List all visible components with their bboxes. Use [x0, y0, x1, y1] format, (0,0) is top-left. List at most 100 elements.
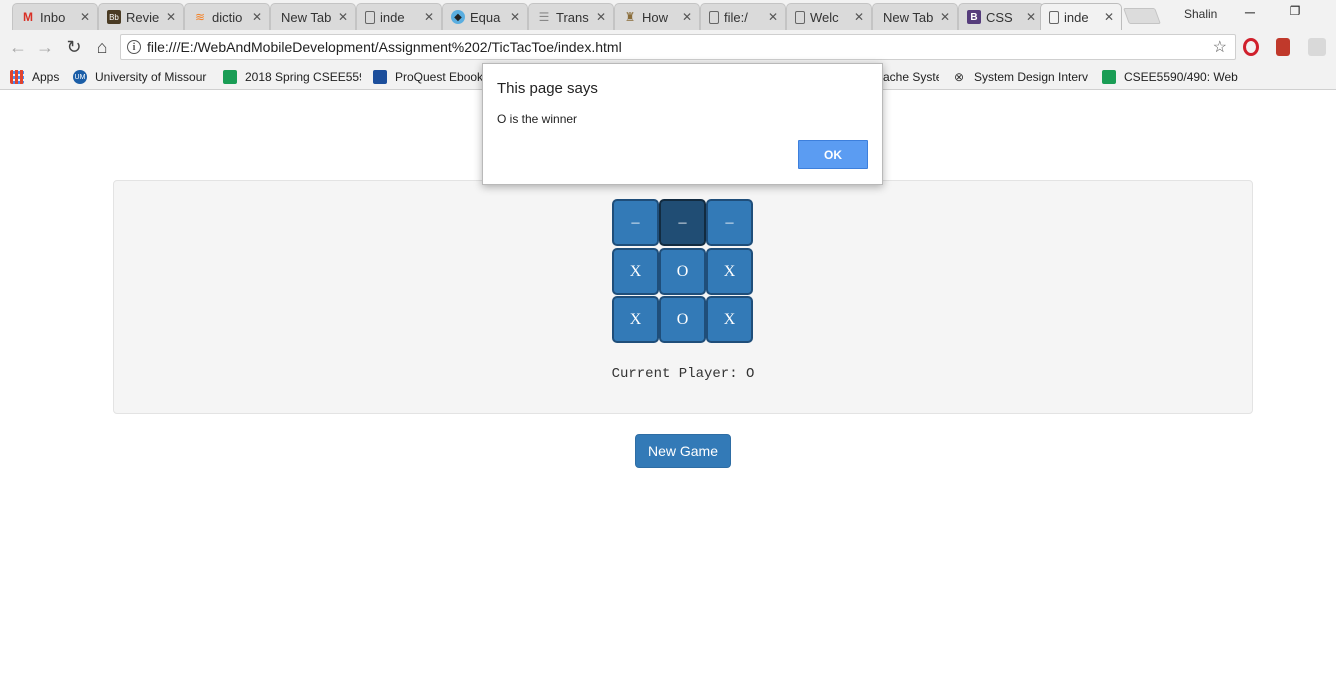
back-arrow-icon[interactable]: ←: [7, 36, 29, 58]
bookmark-label: Apps: [32, 70, 60, 84]
tab-label: inde: [1064, 9, 1089, 25]
bookmark-item[interactable]: ProQuest Ebook: [373, 68, 483, 86]
stackoverflow-icon: ≋: [194, 10, 206, 24]
close-icon[interactable]: ✕: [1103, 10, 1115, 24]
board-cell[interactable]: X: [706, 296, 753, 343]
close-icon[interactable]: ✕: [509, 10, 521, 24]
tab-label: inde: [380, 9, 405, 25]
bookmark-apps[interactable]: Apps: [10, 68, 66, 86]
book-extension-icon[interactable]: [1276, 38, 1290, 56]
browser-tab-strip: M Inbo ✕ Bb Revie ✕ ≋ dictio ✕ New Tab ✕…: [0, 0, 1336, 30]
close-icon[interactable]: ✕: [681, 10, 693, 24]
tab-label: Trans: [556, 9, 589, 25]
bookmark-item[interactable]: ache Syste: [883, 68, 939, 86]
browser-tab[interactable]: Welc ✕: [786, 3, 872, 30]
bookmark-item[interactable]: ⊗ System Design Interv: [952, 68, 1092, 86]
bookmark-item[interactable]: 2018 Spring CSEE559: [223, 68, 361, 86]
tab-label: Equa: [470, 9, 501, 25]
close-icon[interactable]: ✕: [251, 10, 263, 24]
system-design-icon: ⊗: [953, 70, 965, 84]
answer-icon: ♜: [624, 10, 636, 24]
browser-toolbar: ← → ↻ ⌂ i file:///E:/WebAndMobileDevelop…: [0, 30, 1336, 64]
bookmark-item[interactable]: CSEE5590/490: Web/: [1102, 68, 1238, 86]
browser-tab[interactable]: M Inbo ✕: [12, 3, 98, 30]
profile-name[interactable]: Shalin: [1184, 7, 1217, 21]
close-icon[interactable]: ✕: [423, 10, 435, 24]
address-bar[interactable]: i file:///E:/WebAndMobileDevelopment/Ass…: [120, 34, 1236, 60]
browser-tab[interactable]: ◆ Equa ✕: [442, 3, 528, 30]
alert-message: O is the winner: [497, 112, 578, 126]
tab-label: file:/: [724, 9, 748, 25]
board-cell[interactable]: –: [706, 199, 753, 246]
alert-dialog: This page says O is the winner OK: [482, 63, 883, 185]
reload-icon[interactable]: ↻: [63, 36, 85, 58]
url-text[interactable]: file:///E:/WebAndMobileDevelopment/Assig…: [147, 39, 1213, 55]
bookmark-star-icon[interactable]: ☆: [1213, 37, 1227, 57]
tic-tac-toe-board: – – – X O X X O X: [612, 199, 754, 345]
browser-tab[interactable]: ≋ dictio ✕: [184, 3, 270, 30]
tab-label: New Tab: [281, 9, 332, 25]
restore-icon[interactable]: ❐: [1275, 4, 1315, 24]
board-cell[interactable]: X: [706, 248, 753, 295]
browser-tab[interactable]: New Tab ✕: [270, 3, 356, 30]
close-icon[interactable]: ✕: [1025, 10, 1037, 24]
board-cell[interactable]: –: [659, 199, 706, 246]
blackboard-icon: Bb: [107, 10, 121, 24]
close-icon[interactable]: ✕: [165, 10, 177, 24]
forward-arrow-icon[interactable]: →: [34, 36, 56, 58]
close-icon[interactable]: ✕: [939, 10, 951, 24]
browser-tab[interactable]: B CSS ✕: [958, 3, 1044, 30]
bookmark-label: CSEE5590/490: Web/: [1124, 70, 1238, 84]
tab-label: New Tab: [883, 9, 934, 25]
tab-label: Revie: [126, 9, 160, 25]
current-player-value: O: [746, 366, 755, 382]
close-icon[interactable]: ✕: [595, 10, 607, 24]
ok-button[interactable]: OK: [798, 140, 868, 169]
file-icon: [709, 10, 719, 24]
browser-tab[interactable]: Bb Revie ✕: [98, 3, 184, 30]
tab-label: CSS: [986, 9, 1013, 25]
browser-tab[interactable]: inde ✕: [356, 3, 442, 30]
board-cell[interactable]: –: [612, 199, 659, 246]
bookmark-item[interactable]: UM University of Missour: [73, 68, 209, 86]
apps-grid-icon: [10, 70, 24, 84]
wolfram-icon: ◆: [451, 10, 465, 24]
tab-label: dictio: [212, 9, 243, 25]
opera-icon[interactable]: [1243, 38, 1259, 56]
bookmark-label: ProQuest Ebook: [395, 70, 483, 84]
tab-label: How: [642, 9, 669, 25]
extension-icon[interactable]: [1308, 38, 1326, 56]
board-cell[interactable]: X: [612, 296, 659, 343]
file-icon: [1049, 10, 1059, 24]
bookmark-label: 2018 Spring CSEE559: [245, 70, 361, 84]
home-icon[interactable]: ⌂: [91, 36, 113, 58]
bookmark-label: University of Missour: [95, 70, 207, 84]
current-player-label: Current Player:: [611, 366, 738, 382]
file-icon: [795, 10, 805, 24]
file-icon: [365, 10, 375, 24]
minimize-icon[interactable]: ─: [1230, 4, 1270, 24]
browser-tab[interactable]: ☰ Trans ✕: [528, 3, 614, 30]
board-cell[interactable]: X: [612, 248, 659, 295]
new-tab-button[interactable]: [1123, 8, 1161, 24]
gmail-icon: M: [23, 10, 33, 24]
info-icon[interactable]: i: [127, 40, 141, 54]
umkc-icon: UM: [73, 70, 87, 84]
browser-tab[interactable]: ♜ How ✕: [614, 3, 700, 30]
sheets-icon: [223, 70, 237, 84]
new-game-button[interactable]: New Game: [635, 434, 731, 468]
browser-tab-active[interactable]: inde ✕: [1040, 3, 1122, 30]
close-icon[interactable]: ✕: [853, 10, 865, 24]
close-icon[interactable]: ✕: [337, 10, 349, 24]
tab-label: Inbo: [40, 9, 66, 25]
sheets-icon: [1102, 70, 1116, 84]
browser-tab[interactable]: file:/ ✕: [700, 3, 786, 30]
proquest-icon: [373, 70, 387, 84]
board-cell[interactable]: O: [659, 248, 706, 295]
browser-tab[interactable]: New Tab ✕: [872, 3, 958, 30]
bookmark-label: System Design Interv: [974, 70, 1089, 84]
close-icon[interactable]: ✕: [79, 10, 91, 24]
close-icon[interactable]: ✕: [767, 10, 779, 24]
board-cell[interactable]: O: [659, 296, 706, 343]
current-player-status: Current Player: O: [560, 366, 806, 382]
